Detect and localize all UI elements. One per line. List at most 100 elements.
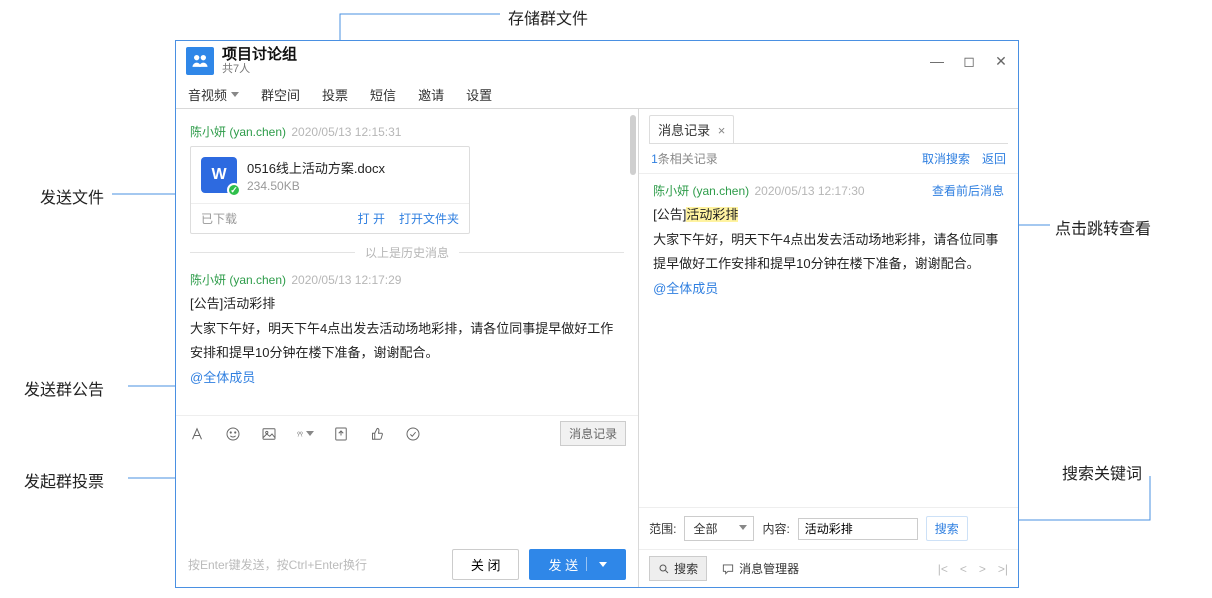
history-footer: 搜索 消息管理器 |< < > >| [639, 549, 1018, 587]
menubar: 音视频 群空间 投票 短信 邀请 设置 [176, 81, 1018, 109]
menu-sms[interactable]: 短信 [370, 85, 396, 104]
history-tab-label: 消息记录 [658, 123, 710, 138]
chat-scroll[interactable]: 陈小妍 (yan.chen) 2020/05/13 12:15:31 W✓ 05… [176, 109, 638, 415]
result-count: 1 [651, 152, 658, 166]
file-card: W✓ 0516线上活动方案.docx 234.50KB 已下载 打 开 [190, 146, 470, 234]
history-column: 消息记录 × 1 条相关记录 取消搜索 返回 陈小妍 (yan.chen) 20… [639, 109, 1018, 587]
pager-last[interactable]: >| [998, 562, 1008, 576]
scope-select[interactable]: 全部 [684, 516, 754, 541]
content-label: 内容: [762, 520, 789, 537]
message-time: 2020/05/13 12:17:30 [754, 184, 864, 198]
compose-textarea[interactable] [176, 451, 638, 541]
message-record-button[interactable]: 消息记录 [560, 421, 626, 446]
callout-send-announcement: 发送群公告 [24, 376, 104, 400]
menu-groupspace[interactable]: 群空间 [261, 85, 300, 104]
scrollbar-thumb[interactable] [630, 115, 636, 175]
close-window-button[interactable]: ✕ [994, 53, 1008, 70]
chevron-down-icon [739, 525, 747, 530]
compose-footer: 按Enter键发送，按Ctrl+Enter换行 关 闭 发 送 [176, 541, 638, 587]
close-tab-icon[interactable]: × [718, 123, 726, 138]
menu-settings[interactable]: 设置 [466, 85, 492, 104]
chevron-down-icon [231, 92, 239, 97]
announcement-tag: [公告] [653, 207, 686, 222]
view-context-link[interactable]: 查看前后消息 [932, 182, 1004, 199]
window-title: 项目讨论组 [222, 47, 297, 64]
file-name: 0516线上活动方案.docx [247, 158, 385, 177]
close-button[interactable]: 关 闭 [452, 549, 520, 580]
cancel-search-link[interactable]: 取消搜索 [922, 150, 970, 167]
footer-search-button[interactable]: 搜索 [649, 556, 707, 581]
scope-value: 全部 [693, 522, 717, 536]
history-tabs: 消息记录 × [639, 109, 1018, 143]
message-manager-button[interactable]: 消息管理器 [721, 560, 799, 577]
download-complete-icon: ✓ [227, 183, 241, 197]
pager-prev[interactable]: < [960, 562, 967, 576]
history-divider: 以上是历史消息 [190, 244, 624, 261]
chevron-down-icon [599, 562, 607, 567]
history-divider-label: 以上是历史消息 [365, 244, 449, 261]
sender-name: 陈小妍 (yan.chen) [190, 125, 286, 139]
search-go-button[interactable]: 搜索 [926, 516, 968, 541]
search-icon [658, 563, 670, 575]
footer-search-label: 搜索 [674, 560, 698, 577]
emoji-icon[interactable] [224, 425, 242, 443]
file-upload-icon[interactable] [332, 425, 350, 443]
scope-label: 范围: [649, 520, 676, 537]
message-file: 陈小妍 (yan.chen) 2020/05/13 12:15:31 W✓ 05… [190, 123, 624, 234]
history-summary: 1 条相关记录 取消搜索 返回 [639, 144, 1018, 174]
thumbs-up-icon[interactable] [368, 425, 386, 443]
callout-send-file: 发送文件 [40, 184, 104, 208]
callout-search-keyword: 搜索关键词 [1062, 460, 1142, 484]
chat-column: 陈小妍 (yan.chen) 2020/05/13 12:15:31 W✓ 05… [176, 109, 639, 587]
pager-first[interactable]: |< [938, 562, 948, 576]
menu-av-label: 音视频 [188, 85, 227, 104]
file-open-button[interactable]: 打 开 [358, 210, 385, 227]
menu-vote[interactable]: 投票 [322, 85, 348, 104]
menu-av[interactable]: 音视频 [188, 85, 239, 104]
titlebar: 项目讨论组 共7人 — ◻ ✕ [176, 41, 1018, 81]
back-link[interactable]: 返回 [982, 150, 1006, 167]
mention-all[interactable]: @全体成员 [190, 366, 624, 391]
message-time: 2020/05/13 12:17:29 [291, 273, 401, 287]
chat-window: 项目讨论组 共7人 — ◻ ✕ 音视频 群空间 投票 短信 邀请 设置 [175, 40, 1019, 588]
announcement-body: 大家下午好，明天下午4点出发去活动场地彩排，请各位同事提早做好工作安排和提早10… [190, 317, 624, 366]
message-manager-label: 消息管理器 [739, 560, 799, 577]
task-check-icon[interactable] [404, 425, 422, 443]
announcement-tag: [公告] [190, 296, 223, 311]
file-open-folder-button[interactable]: 打开文件夹 [399, 210, 459, 227]
chevron-down-icon [306, 431, 314, 436]
callout-store-files: 存储群文件 [508, 5, 588, 29]
minimize-button[interactable]: — [930, 53, 944, 69]
message-time: 2020/05/13 12:15:31 [291, 125, 401, 139]
message-announcement: 陈小妍 (yan.chen) 2020/05/13 12:17:29 [公告]活… [190, 271, 624, 391]
chat-icon [721, 562, 735, 576]
sender-name: 陈小妍 (yan.chen) [653, 182, 749, 199]
file-type-icon: W✓ [201, 157, 237, 193]
callout-start-poll: 发起群投票 [24, 468, 104, 492]
group-avatar-icon [186, 47, 214, 75]
sender-name: 陈小妍 (yan.chen) [190, 273, 286, 287]
announcement-body: 大家下午好，明天下午4点出发去活动场地彩排，请各位同事提早做好工作安排和提早10… [653, 228, 1004, 277]
history-tab[interactable]: 消息记录 × [649, 115, 734, 143]
image-icon[interactable] [260, 425, 278, 443]
screenshot-icon[interactable] [296, 425, 314, 443]
window-subtitle: 共7人 [222, 63, 297, 75]
history-results: 陈小妍 (yan.chen) 2020/05/13 12:17:30 查看前后消… [639, 174, 1018, 507]
file-status: 已下载 [201, 210, 237, 227]
send-button-label: 发 送 [548, 555, 578, 574]
announcement-title: 活动彩排 [223, 296, 275, 311]
compose-toolbar: 消息记录 [176, 415, 638, 451]
font-icon[interactable] [188, 425, 206, 443]
send-button[interactable]: 发 送 [529, 549, 626, 580]
menu-invite[interactable]: 邀请 [418, 85, 444, 104]
pager: |< < > >| [938, 562, 1008, 576]
history-search-bar: 范围: 全部 内容: 搜索 [639, 507, 1018, 549]
search-input[interactable] [798, 518, 918, 540]
compose-hint: 按Enter键发送，按Ctrl+Enter换行 [188, 556, 367, 573]
maximize-button[interactable]: ◻ [962, 53, 976, 70]
mention-all[interactable]: @全体成员 [653, 277, 1004, 302]
pager-next[interactable]: > [979, 562, 986, 576]
announcement-title-highlight: 活动彩排 [686, 207, 738, 222]
file-size: 234.50KB [247, 179, 385, 193]
result-text: 条相关记录 [658, 150, 718, 167]
